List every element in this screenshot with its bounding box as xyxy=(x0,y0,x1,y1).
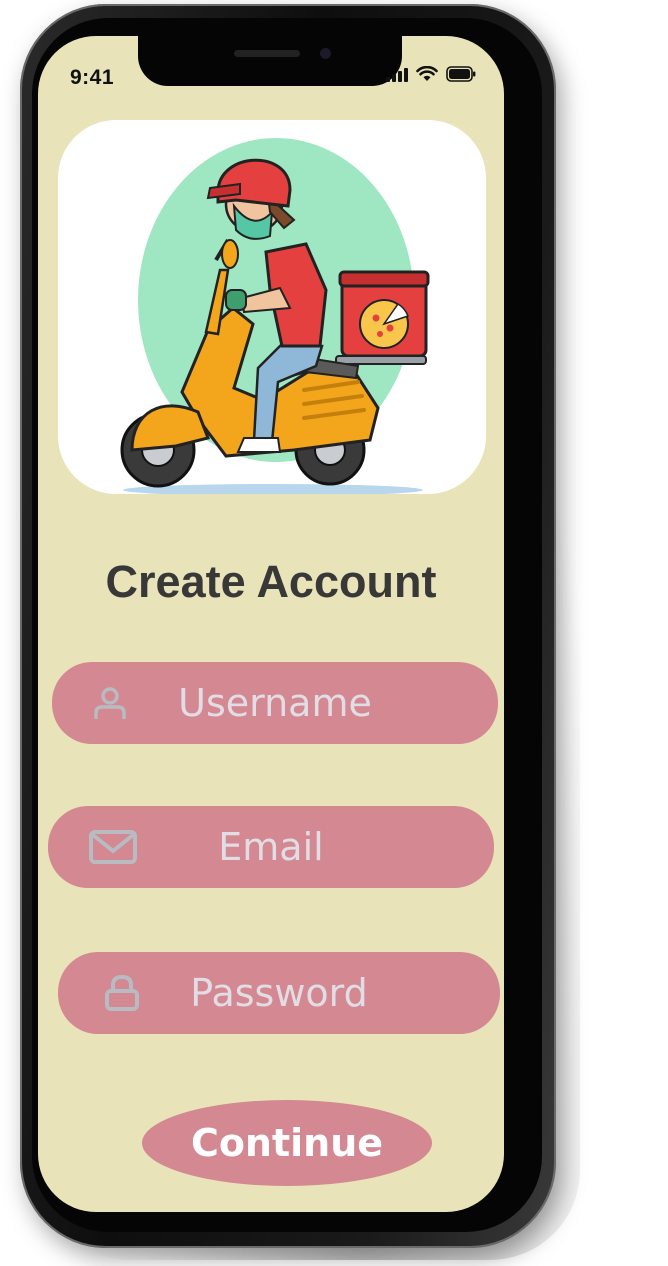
password-placeholder: Password xyxy=(190,971,368,1015)
delivery-scooter-illustration xyxy=(120,138,430,494)
username-field[interactable]: Username xyxy=(52,662,498,744)
speaker xyxy=(234,50,300,57)
continue-button[interactable]: Continue xyxy=(142,1100,432,1186)
page-title: Create Account xyxy=(105,556,437,607)
status-icons xyxy=(386,66,476,82)
email-field[interactable]: Email xyxy=(48,806,494,888)
battery-icon xyxy=(446,66,476,82)
username-placeholder: Username xyxy=(178,681,372,725)
status-time: 9:41 xyxy=(70,66,115,89)
app-screen: 9:41 Create Account Username Email Passw… xyxy=(38,36,504,1212)
continue-label: Continue xyxy=(190,1121,384,1165)
email-placeholder: Email xyxy=(218,825,324,869)
notch xyxy=(138,36,402,86)
password-field[interactable]: Password xyxy=(58,952,500,1034)
wifi-icon xyxy=(416,66,438,81)
hero-image-card xyxy=(58,120,486,494)
front-camera xyxy=(320,48,331,59)
signal-icon xyxy=(386,66,408,82)
